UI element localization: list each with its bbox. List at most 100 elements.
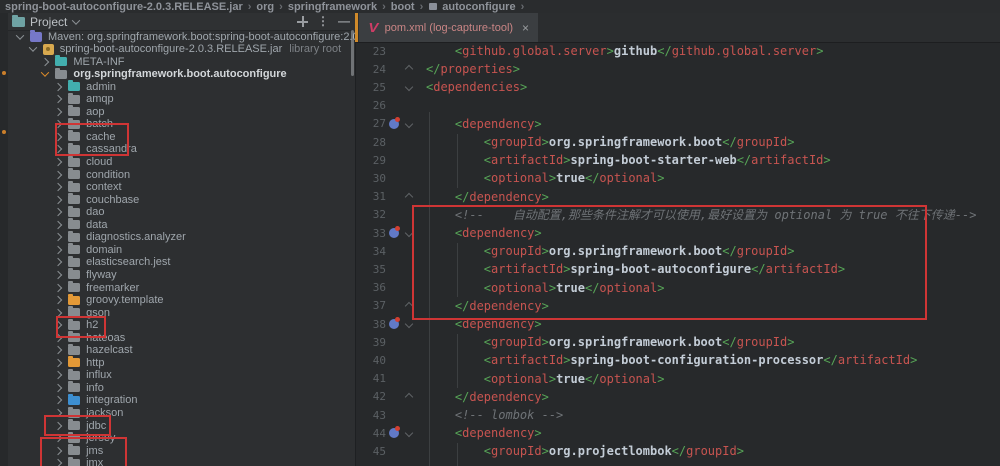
chevron-right-icon[interactable]: [53, 333, 63, 342]
chevron-right-icon[interactable]: [53, 145, 63, 154]
fold-marker-icon[interactable]: [404, 301, 414, 311]
chevron-right-icon[interactable]: [53, 233, 63, 242]
chevron-right-icon[interactable]: [53, 446, 63, 455]
code-line[interactable]: 34 <groupId>org.springframework.boot</gr…: [356, 242, 1000, 260]
tree-item-dao[interactable]: dao: [0, 205, 355, 219]
code-line[interactable]: 30 <optional>true</optional>: [356, 169, 1000, 187]
chevron-down-icon[interactable]: [72, 15, 81, 25]
tree-item-h2[interactable]: h2: [0, 318, 355, 332]
tree-item-cloud[interactable]: cloud: [0, 155, 355, 169]
code-line[interactable]: 37 </dependency>: [356, 297, 1000, 315]
locate-icon[interactable]: [297, 16, 308, 27]
fold-marker-icon[interactable]: [404, 429, 414, 438]
code-line[interactable]: 40 <artifactId>spring-boot-configuration…: [356, 351, 1000, 369]
chevron-right-icon[interactable]: [53, 421, 63, 430]
tree-item-domain[interactable]: domain: [0, 243, 355, 256]
project-panel-title[interactable]: Project: [30, 15, 67, 29]
breadcrumb-item[interactable]: autoconfigure: [442, 1, 515, 13]
chevron-right-icon[interactable]: [53, 283, 63, 292]
chevron-right-icon[interactable]: [53, 458, 63, 466]
chevron-right-icon[interactable]: [53, 258, 63, 267]
tree-item-hateoas[interactable]: hateoas: [0, 331, 355, 344]
tree-item-flyway[interactable]: flyway: [0, 268, 355, 281]
chevron-right-icon[interactable]: [53, 120, 63, 129]
tree-item-amqp[interactable]: amqp: [0, 92, 355, 106]
code-line[interactable]: 36 <optional>true</optional>: [356, 279, 1000, 297]
vertical-scrollbar[interactable]: [351, 30, 354, 76]
chevron-right-icon[interactable]: [53, 371, 63, 380]
tree-item-influx[interactable]: influx: [0, 368, 355, 382]
tree-item-context[interactable]: context: [0, 180, 355, 194]
code-line[interactable]: 25 <dependencies>: [356, 78, 1000, 96]
breadcrumb-item[interactable]: spring-boot-autoconfigure-2.0.3.RELEASE.…: [5, 1, 243, 13]
maven-dependency-gutter-icon[interactable]: [389, 426, 400, 439]
code-line[interactable]: 26: [356, 97, 1000, 115]
tree-item-freemarker[interactable]: freemarker: [0, 281, 355, 294]
more-icon[interactable]: ⋮: [317, 15, 329, 27]
tree-item-jackson[interactable]: jackson: [0, 406, 355, 420]
tree-item-http[interactable]: http: [0, 356, 355, 369]
fold-marker-icon[interactable]: [404, 228, 414, 238]
breadcrumb-item[interactable]: boot: [391, 1, 415, 13]
tree-item-cassandra[interactable]: cassandra: [0, 142, 355, 156]
chevron-right-icon[interactable]: [53, 157, 63, 167]
code-area[interactable]: 23 <github.global.server>github</github.…: [356, 42, 1000, 466]
chevron-down-icon[interactable]: [15, 30, 25, 40]
chevron-right-icon[interactable]: [53, 207, 63, 217]
tab-pom-xml[interactable]: V pom.xml (log-capture-tool) ×: [359, 13, 539, 42]
code-line[interactable]: 32 <!-- 自动配置,那些条件注解才可以使用,最好设置为 optional …: [356, 206, 1000, 224]
tree-item-jersey[interactable]: jersey: [0, 431, 355, 445]
chevron-right-icon[interactable]: [53, 245, 63, 255]
tree-item-hazelcast[interactable]: hazelcast: [0, 343, 355, 357]
code-line[interactable]: 43 <!-- lombok -->: [356, 406, 1000, 424]
code-line[interactable]: 38 <dependency>: [356, 315, 1000, 333]
chevron-right-icon[interactable]: [53, 396, 63, 405]
tree-item-aop[interactable]: aop: [0, 105, 355, 118]
fold-marker-icon[interactable]: [404, 83, 414, 92]
maven-dependency-gutter-icon[interactable]: [389, 226, 400, 239]
chevron-down-icon[interactable]: [41, 68, 50, 77]
tree-item-batch[interactable]: batch: [0, 117, 355, 131]
tree-item-condition[interactable]: condition: [0, 168, 355, 181]
code-line[interactable]: 33 <dependency>: [356, 224, 1000, 242]
fold-marker-icon[interactable]: [404, 319, 414, 329]
chevron-right-icon[interactable]: [53, 132, 63, 142]
tree-item-couchbase[interactable]: couchbase: [0, 193, 355, 206]
chevron-right-icon[interactable]: [53, 107, 63, 117]
tree-item-gson[interactable]: gson: [0, 306, 355, 319]
code-line[interactable]: 41 <optional>true</optional>: [356, 370, 1000, 388]
chevron-right-icon[interactable]: [53, 270, 63, 280]
tree-item-admin[interactable]: admin: [0, 80, 355, 93]
tree-item-elasticsearch-jest[interactable]: elasticsearch.jest: [0, 255, 355, 269]
code-line[interactable]: 23 <github.global.server>github</github.…: [356, 42, 1000, 60]
hide-panel-icon[interactable]: —: [338, 15, 350, 27]
chevron-right-icon[interactable]: [53, 82, 63, 91]
code-line[interactable]: 27 <dependency>: [356, 115, 1000, 133]
code-line[interactable]: 35 <artifactId>spring-boot-autoconfigure…: [356, 260, 1000, 278]
close-icon[interactable]: ×: [522, 22, 529, 34]
tree-item-org-springframework-boot-autoconfigure[interactable]: org.springframework.boot.autoconfigure: [0, 67, 355, 81]
chevron-right-icon[interactable]: [53, 170, 63, 179]
chevron-right-icon[interactable]: [53, 433, 63, 443]
fold-marker-icon[interactable]: [404, 392, 414, 402]
tree-item-jms[interactable]: jms: [0, 444, 355, 457]
code-line[interactable]: 29 <artifactId>spring-boot-starter-web</…: [356, 151, 1000, 169]
chevron-right-icon[interactable]: [53, 182, 63, 192]
chevron-right-icon[interactable]: [53, 295, 63, 305]
chevron-right-icon[interactable]: [53, 308, 63, 317]
code-line[interactable]: 28 <groupId>org.springframework.boot</gr…: [356, 133, 1000, 151]
tree-item-diagnostics-analyzer[interactable]: diagnostics.analyzer: [0, 230, 355, 244]
fold-marker-icon[interactable]: [404, 65, 414, 74]
chevron-right-icon[interactable]: [53, 346, 63, 355]
tree-item-meta-inf[interactable]: META-INF: [0, 55, 355, 68]
tree-item-groovy-template[interactable]: groovy.template: [0, 293, 355, 307]
chevron-right-icon[interactable]: [53, 95, 63, 104]
code-line[interactable]: 24 </properties>: [356, 60, 1000, 78]
tree-item-info[interactable]: info: [0, 381, 355, 394]
tree-item-data[interactable]: data: [0, 218, 355, 231]
code-line[interactable]: 44 <dependency>: [356, 424, 1000, 442]
tree-item-jdbc[interactable]: jdbc: [0, 419, 355, 432]
tree-item-spring-boot-autoconfigure-2-0-3-release-jar[interactable]: spring-boot-autoconfigure-2.0.3.RELEASE.…: [0, 43, 355, 56]
maven-dependency-gutter-icon[interactable]: [389, 116, 400, 129]
tree-item-jmx[interactable]: jmx: [0, 456, 355, 466]
